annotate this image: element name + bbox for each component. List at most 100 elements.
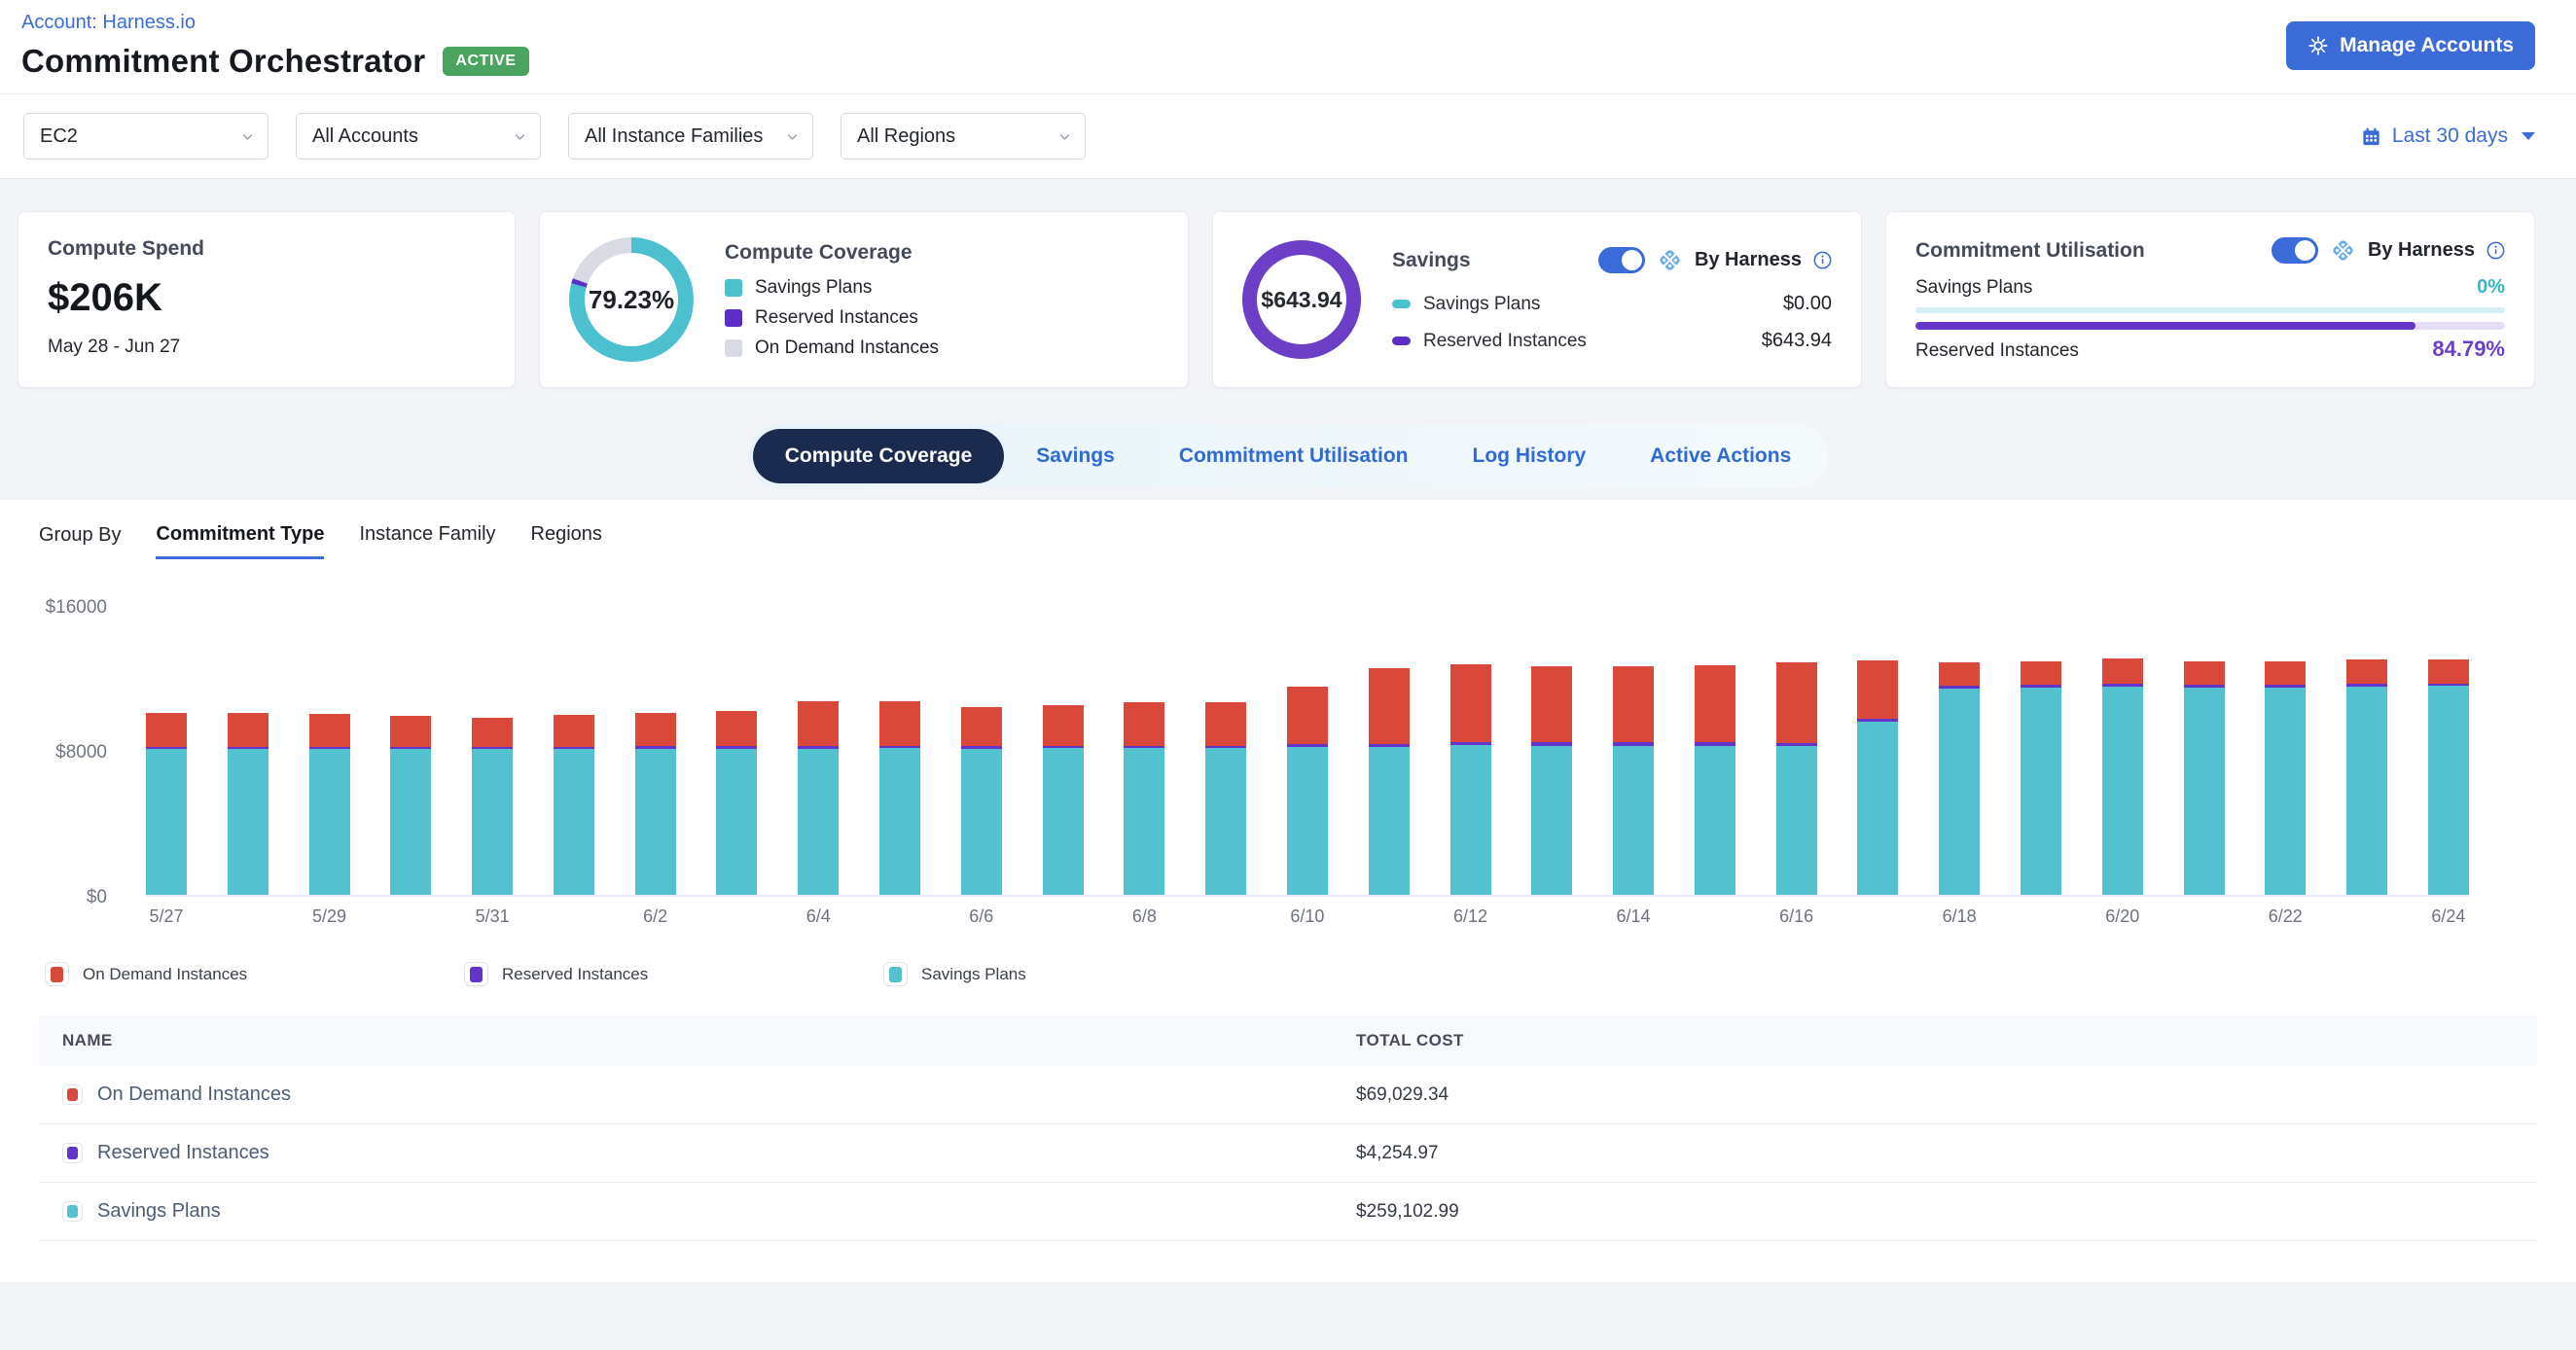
bar-6-15 bbox=[1695, 665, 1735, 895]
savings-by-harness-toggle[interactable] bbox=[1598, 247, 1645, 273]
legend-swatch bbox=[62, 1143, 83, 1163]
legend-swatch bbox=[1392, 337, 1411, 345]
segment-savings-plans bbox=[635, 749, 676, 895]
segment-on-demand-instances bbox=[1857, 660, 1898, 719]
coverage-legend-item-savings-plans: Savings Plans bbox=[725, 277, 1159, 299]
savings-card: $643.94 Savings bbox=[1212, 211, 1862, 388]
ri-utilisation-value: 84.79% bbox=[2432, 337, 2505, 362]
x-tick-label: 6/20 bbox=[2105, 906, 2139, 927]
compute-coverage-panel: Group By Commitment TypeInstance FamilyR… bbox=[0, 500, 2576, 1282]
bar-6-1 bbox=[554, 715, 594, 895]
savings-row-label: Reserved Instances bbox=[1423, 331, 1749, 352]
calendar-icon bbox=[2360, 125, 2382, 148]
table-row-total-cost: $69,029.34 bbox=[1356, 1084, 2537, 1106]
chart-legend-item-savings-plans[interactable]: Savings Plans bbox=[883, 962, 1303, 986]
chevron-down-icon bbox=[785, 129, 800, 144]
tab-savings[interactable]: Savings bbox=[1004, 429, 1147, 483]
segment-on-demand-instances bbox=[1695, 665, 1735, 742]
segment-on-demand-instances bbox=[2021, 661, 2061, 685]
legend-swatch bbox=[1392, 300, 1411, 308]
savings-by-harness-label: By Harness bbox=[1695, 249, 1802, 271]
segment-on-demand-instances bbox=[1369, 668, 1410, 744]
bar-6-9 bbox=[1205, 702, 1246, 895]
segment-savings-plans bbox=[1531, 746, 1572, 895]
summary-cards-row: Compute Spend $206K May 28 - Jun 27 79.2… bbox=[0, 179, 2576, 388]
savings-row-reserved-instances: Reserved Instances $643.94 bbox=[1392, 330, 1832, 352]
x-tick-label: 6/10 bbox=[1290, 906, 1324, 927]
chart-legend-label: Savings Plans bbox=[921, 965, 1026, 984]
legend-swatch bbox=[883, 962, 908, 986]
group-by-option-instance-family[interactable]: Instance Family bbox=[359, 523, 495, 559]
group-by-option-regions[interactable]: Regions bbox=[531, 523, 602, 559]
sp-utilisation-value: 0% bbox=[2477, 276, 2505, 299]
account-breadcrumb-link[interactable]: Account: Harness.io bbox=[21, 12, 529, 34]
table-row-savings-plans: Savings Plans$259,102.99 bbox=[39, 1183, 2537, 1241]
table-name-cell: On Demand Instances bbox=[62, 1084, 1356, 1106]
compute-coverage-card: 79.23% Compute Coverage Savings PlansRes… bbox=[539, 211, 1189, 388]
segment-on-demand-instances bbox=[146, 713, 187, 747]
x-tick-label: 6/4 bbox=[806, 906, 831, 927]
commitment-utilisation-card: Commitment Utilisation By Harness bbox=[1885, 211, 2535, 388]
chart-legend-item-reserved-instances[interactable]: Reserved Instances bbox=[464, 962, 883, 986]
tab-commitment-utilisation[interactable]: Commitment Utilisation bbox=[1147, 429, 1441, 483]
col-name: NAME bbox=[62, 1031, 1356, 1050]
info-icon[interactable] bbox=[2487, 241, 2505, 260]
segment-on-demand-instances bbox=[1043, 705, 1084, 745]
coverage-donut-chart: 79.23% bbox=[569, 237, 694, 362]
info-icon[interactable] bbox=[1813, 251, 1832, 269]
bar-6-7 bbox=[1043, 705, 1084, 895]
date-range-picker[interactable]: Last 30 days bbox=[2360, 124, 2535, 148]
x-tick-label: 5/31 bbox=[476, 906, 510, 927]
segment-savings-plans bbox=[146, 749, 187, 895]
legend-swatch bbox=[725, 339, 742, 357]
regions-select[interactable]: All Regions bbox=[841, 113, 1086, 160]
segment-savings-plans bbox=[1695, 746, 1735, 895]
bar-6-3 bbox=[716, 711, 757, 895]
utilisation-by-harness-toggle[interactable] bbox=[2272, 237, 2318, 264]
coverage-legend: Savings PlansReserved InstancesOn Demand… bbox=[725, 277, 1159, 359]
chart-legend-label: Reserved Instances bbox=[502, 965, 648, 984]
y-tick-label: $0 bbox=[39, 887, 107, 908]
chart-legend-item-on-demand-instances[interactable]: On Demand Instances bbox=[45, 962, 464, 986]
savings-row-value: $643.94 bbox=[1762, 330, 1832, 352]
table-row-name: On Demand Instances bbox=[97, 1084, 291, 1106]
tab-active-actions[interactable]: Active Actions bbox=[1618, 429, 1823, 483]
segment-savings-plans bbox=[2265, 688, 2306, 895]
accounts-select-value: All Accounts bbox=[312, 125, 418, 148]
savings-row-savings-plans: Savings Plans$0.00 bbox=[1392, 293, 1832, 315]
compute-spend-title: Compute Spend bbox=[48, 237, 485, 261]
manage-accounts-button[interactable]: Manage Accounts bbox=[2286, 21, 2535, 70]
segment-on-demand-instances bbox=[1450, 664, 1491, 741]
coverage-legend-item-reserved-instances: Reserved Instances bbox=[725, 307, 1159, 329]
x-tick-label: 5/27 bbox=[149, 906, 183, 927]
savings-ring-chart: $643.94 bbox=[1242, 240, 1361, 359]
accounts-select[interactable]: All Accounts bbox=[296, 113, 541, 160]
gear-icon bbox=[2308, 35, 2329, 56]
bar-6-23 bbox=[2346, 659, 2387, 895]
service-select[interactable]: EC2 bbox=[23, 113, 268, 160]
segment-on-demand-instances bbox=[2265, 661, 2306, 686]
tab-compute-coverage[interactable]: Compute Coverage bbox=[753, 429, 1005, 483]
bar-6-21 bbox=[2184, 661, 2225, 895]
group-by-option-commitment-type[interactable]: Commitment Type bbox=[156, 523, 324, 559]
page-title: Commitment Orchestrator bbox=[21, 43, 425, 80]
chart-legend-label: On Demand Instances bbox=[83, 965, 247, 984]
segment-on-demand-instances bbox=[1205, 702, 1246, 746]
table-row-name: Savings Plans bbox=[97, 1200, 221, 1223]
ri-utilisation-label: Reserved Instances bbox=[1915, 340, 2079, 362]
legend-swatch bbox=[464, 962, 488, 986]
bar-6-13 bbox=[1531, 666, 1572, 895]
chevron-down-icon bbox=[513, 129, 527, 144]
caret-down-icon bbox=[2522, 132, 2535, 140]
savings-total: $643.94 bbox=[1261, 287, 1342, 313]
segment-savings-plans bbox=[1939, 689, 1980, 895]
legend-swatch bbox=[725, 309, 742, 327]
chevron-down-icon bbox=[240, 129, 255, 144]
tab-log-history[interactable]: Log History bbox=[1441, 429, 1619, 483]
segment-savings-plans bbox=[554, 749, 594, 895]
segment-savings-plans bbox=[1857, 722, 1898, 895]
instance-family-select[interactable]: All Instance Families bbox=[568, 113, 813, 160]
segment-savings-plans bbox=[1369, 747, 1410, 895]
segment-savings-plans bbox=[1287, 747, 1328, 895]
segment-savings-plans bbox=[879, 748, 920, 895]
